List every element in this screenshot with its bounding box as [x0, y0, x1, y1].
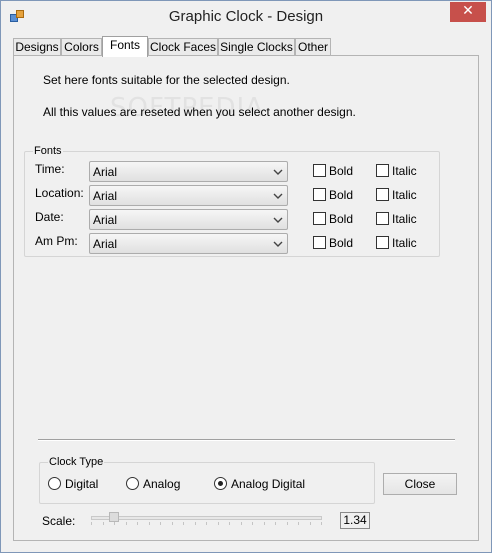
date-italic-label: Italic — [392, 212, 417, 226]
tab-single-clocks[interactable]: Single Clocks — [218, 38, 295, 56]
time-bold-checkbox[interactable] — [313, 164, 326, 177]
slider-tick — [160, 522, 161, 525]
date-italic-checkbox[interactable] — [376, 212, 389, 225]
slider-tick — [148, 522, 150, 525]
ampm-font-select[interactable]: Arial — [89, 233, 288, 254]
location-label: Location: — [35, 186, 84, 200]
slider-tick — [240, 522, 242, 525]
clock-type-group: Clock Type Digital Analog Analog Digital — [39, 456, 375, 504]
tab-fonts[interactable]: Fonts — [102, 36, 148, 57]
ampm-bold-checkbox[interactable] — [313, 236, 326, 249]
tab-clock-faces[interactable]: Clock Faces — [148, 38, 218, 56]
slider-tick — [171, 522, 173, 525]
scale-label: Scale: — [42, 514, 76, 528]
date-bold-label: Bold — [329, 212, 354, 226]
location-bold-label: Bold — [329, 188, 354, 202]
fonts-group-legend: Fonts — [33, 145, 63, 157]
slider-tick — [206, 522, 207, 525]
fonts-group: Fonts Time: Arial Bold Italic Location: … — [24, 145, 440, 257]
slider-tick — [229, 522, 230, 525]
slider-tick — [125, 522, 127, 525]
ampm-bold-label: Bold — [329, 236, 354, 250]
date-font-select[interactable]: Arial — [89, 209, 288, 230]
date-font-value: Arial — [93, 213, 118, 227]
chevron-down-icon — [273, 217, 283, 223]
chevron-down-icon — [273, 169, 283, 175]
slider-tick — [114, 522, 115, 525]
time-italic-checkbox[interactable] — [376, 164, 389, 177]
slider-tick — [91, 522, 92, 525]
ampm-font-value: Arial — [93, 237, 118, 251]
location-font-value: Arial — [93, 189, 118, 203]
tab-colors[interactable]: Colors — [61, 38, 102, 56]
slider-tick — [321, 522, 322, 525]
chevron-down-icon — [273, 241, 283, 247]
slider-tick — [286, 522, 288, 525]
date-bold-checkbox[interactable] — [313, 212, 326, 225]
time-italic-label: Italic — [392, 164, 417, 178]
time-font-value: Arial — [93, 165, 118, 179]
location-italic-label: Italic — [392, 188, 417, 202]
fonts-tab-panel: SOFTPEDIA Set here fonts suitable for th… — [13, 55, 479, 541]
close-button[interactable]: Close — [383, 473, 457, 495]
info-text-2: All this values are reseted when you sel… — [43, 105, 356, 119]
tab-other[interactable]: Other — [295, 38, 331, 56]
ampm-label: Am Pm: — [35, 234, 78, 248]
scale-slider-ticks — [91, 522, 322, 526]
slider-tick — [183, 522, 184, 525]
analog-digital-radio-label: Analog Digital — [231, 477, 306, 491]
digital-radio[interactable] — [48, 477, 61, 490]
slider-tick — [298, 522, 299, 525]
slider-tick — [252, 522, 253, 525]
scale-slider-thumb[interactable] — [109, 512, 119, 522]
date-label: Date: — [35, 210, 64, 224]
location-bold-checkbox[interactable] — [313, 188, 326, 201]
ampm-italic-checkbox[interactable] — [376, 236, 389, 249]
window-title: Graphic Clock - Design — [168, 8, 324, 25]
analog-radio[interactable] — [126, 477, 139, 490]
location-font-select[interactable]: Arial — [89, 185, 288, 206]
window-close-button[interactable]: ✕ — [450, 2, 486, 22]
scale-value: 1.34 — [340, 512, 370, 529]
time-label: Time: — [35, 162, 65, 176]
slider-tick — [102, 522, 104, 525]
design-window: Graphic Clock - Design ✕ Designs Colors … — [0, 0, 492, 553]
time-font-select[interactable]: Arial — [89, 161, 288, 182]
title-bar: Graphic Clock - Design ✕ — [1, 1, 491, 32]
tab-designs[interactable]: Designs — [13, 38, 61, 56]
slider-tick — [217, 522, 219, 525]
slider-tick — [309, 522, 311, 525]
analog-radio-label: Analog — [143, 477, 181, 491]
slider-tick — [194, 522, 196, 525]
slider-tick — [275, 522, 276, 525]
separator — [38, 439, 455, 441]
location-italic-checkbox[interactable] — [376, 188, 389, 201]
ampm-italic-label: Italic — [392, 236, 417, 250]
digital-radio-label: Digital — [65, 477, 99, 491]
chevron-down-icon — [273, 193, 283, 199]
scale-slider-track[interactable] — [91, 516, 322, 520]
clock-type-legend: Clock Type — [48, 456, 105, 468]
analog-digital-radio[interactable] — [214, 477, 227, 490]
time-bold-label: Bold — [329, 164, 354, 178]
slider-tick — [137, 522, 138, 525]
info-text-1: Set here fonts suitable for the selected… — [43, 73, 290, 87]
slider-tick — [263, 522, 265, 525]
